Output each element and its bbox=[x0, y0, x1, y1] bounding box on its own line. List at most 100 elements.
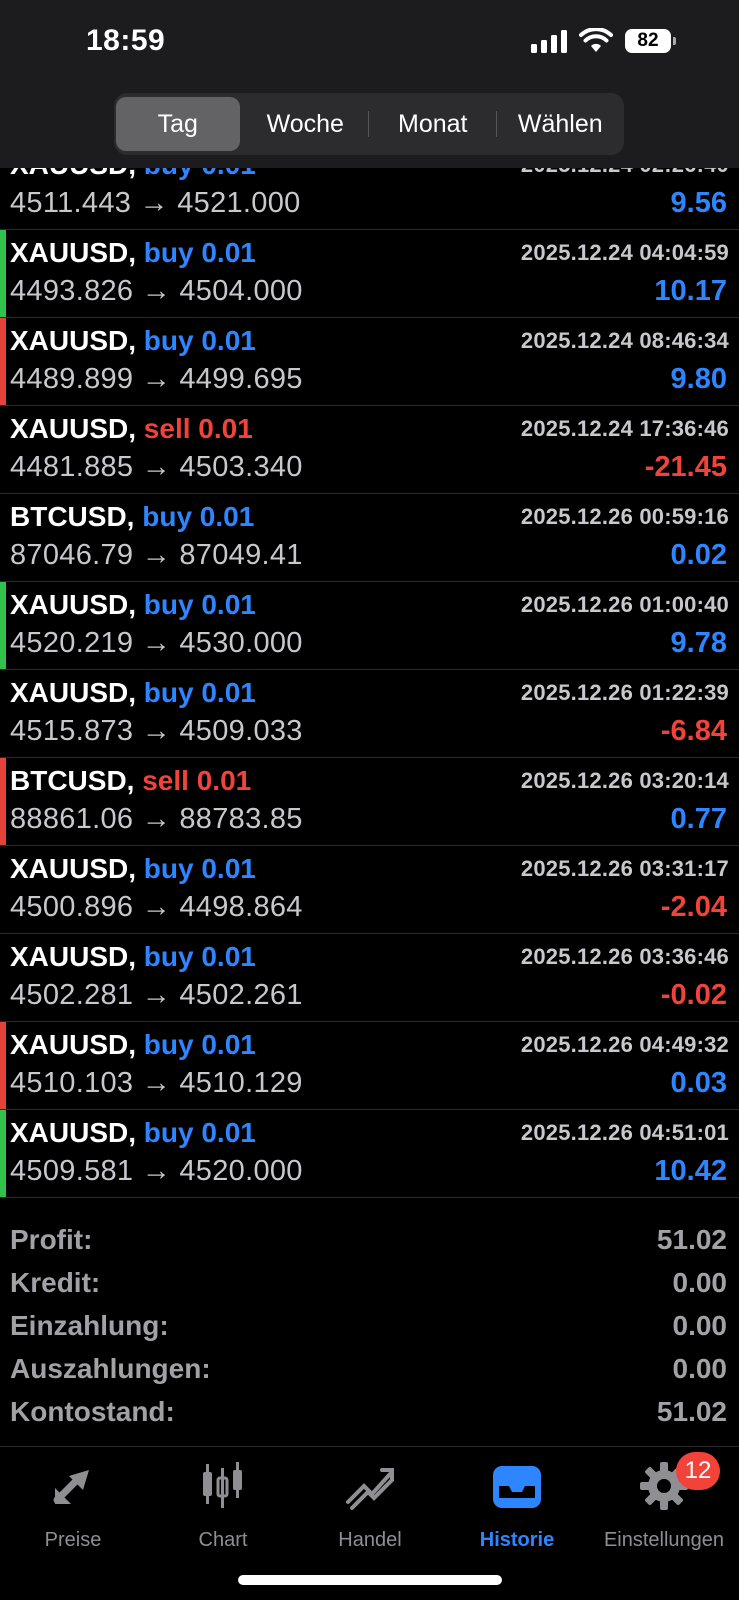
summary-label: Einzahlung: bbox=[10, 1310, 169, 1341]
trade-symbol: XAUUSD, bbox=[10, 325, 137, 356]
battery-icon: 82 bbox=[625, 29, 676, 53]
trade-symbol: XAUUSD, bbox=[10, 413, 137, 444]
summary-value: 0.00 bbox=[672, 1353, 728, 1384]
trade-time: 2025.12.26 03:31:17 bbox=[520, 856, 729, 881]
trade-row[interactable]: XAUUSD, buy 0.01 2025.12.26 04:49:32 4510.… bbox=[0, 1022, 739, 1110]
tab-preise[interactable]: Preise bbox=[3, 1458, 143, 1558]
top-header: 18:59 82 Tag Woche Monat Wählen bbox=[0, 0, 739, 168]
quotes-arrows-icon bbox=[45, 1458, 101, 1519]
tab-handel[interactable]: Handel bbox=[300, 1458, 440, 1558]
trade-symbol: XAUUSD, bbox=[10, 677, 137, 708]
trade-symbol: BTCUSD, bbox=[10, 765, 135, 796]
tab-label: Handel bbox=[338, 1529, 402, 1551]
trade-history-list[interactable]: XAUUSD, buy 0.012025.12.24 02:26:404511.… bbox=[0, 142, 739, 1198]
trade-volume: 0.01 bbox=[199, 501, 255, 532]
trade-prices: 4511.443 → 4521.000 bbox=[10, 187, 301, 219]
trade-time: 2025.12.26 04:49:32 bbox=[520, 1032, 729, 1057]
tab-historie[interactable]: Historie bbox=[447, 1458, 587, 1558]
trade-side: buy bbox=[143, 237, 194, 268]
trade-symbol: XAUUSD, bbox=[10, 1029, 137, 1060]
home-indicator bbox=[238, 1575, 502, 1585]
summary-row: Profit: 51.02 bbox=[0, 1220, 739, 1263]
trade-time: 2025.12.26 00:59:16 bbox=[520, 504, 729, 529]
trade-volume: 0.01 bbox=[198, 413, 253, 444]
trade-prices: 4481.885 → 4503.340 bbox=[10, 451, 303, 483]
trade-side: buy bbox=[143, 589, 194, 620]
trade-volume: 0.01 bbox=[201, 1117, 256, 1148]
trade-profit: 10.42 bbox=[654, 1155, 727, 1187]
row-edge-marker bbox=[0, 758, 6, 845]
trade-side: buy bbox=[143, 1117, 194, 1148]
trade-time: 2025.12.24 08:46:34 bbox=[520, 328, 729, 353]
trade-header: XAUUSD, buy 0.01 bbox=[10, 1117, 256, 1149]
trade-row[interactable]: XAUUSD, buy 0.01 2025.12.26 03:31:17 4500.… bbox=[0, 846, 739, 934]
trade-prices: 4489.899 → 4499.695 bbox=[10, 363, 303, 395]
summary-label: Kredit: bbox=[10, 1267, 101, 1298]
trade-row[interactable]: XAUUSD, buy 0.01 2025.12.24 08:46:34 4489.… bbox=[0, 318, 739, 406]
trade-volume: 0.01 bbox=[201, 941, 256, 972]
trade-header: XAUUSD, buy 0.01 bbox=[10, 325, 256, 357]
account-summary: Profit: 51.02 Kredit: 0.00 Einzahlung: 0.00 Au… bbox=[0, 1220, 739, 1435]
summary-value: 51.02 bbox=[656, 1396, 727, 1427]
wifi-icon bbox=[579, 28, 613, 52]
trade-prices: 87046.79 → 87049.41 bbox=[10, 539, 303, 571]
trade-profit: -2.04 bbox=[660, 891, 727, 923]
trade-side: sell bbox=[143, 413, 191, 444]
trade-profit: 0.02 bbox=[670, 539, 727, 571]
segment-whlen-button[interactable]: Wählen bbox=[495, 97, 623, 151]
summary-label: Kontostand: bbox=[10, 1396, 175, 1427]
trade-row[interactable]: XAUUSD, buy 0.01 2025.12.26 04:51:01 4509.… bbox=[0, 1110, 739, 1198]
trade-symbol: BTCUSD, bbox=[10, 501, 135, 532]
trade-volume: 0.01 bbox=[201, 237, 256, 268]
trade-row[interactable]: XAUUSD, sell 0.01 2025.12.24 17:36:46 4481… bbox=[0, 406, 739, 494]
trade-prices: 4520.219 → 4530.000 bbox=[10, 627, 303, 659]
trade-header: XAUUSD, buy 0.01 bbox=[10, 237, 256, 269]
trade-prices: 4502.281 → 4502.261 bbox=[10, 979, 303, 1011]
notification-badge: 12 bbox=[676, 1452, 720, 1490]
segment-woche-button[interactable]: Woche bbox=[244, 97, 368, 151]
summary-row: Einzahlung: 0.00 bbox=[0, 1306, 739, 1349]
trade-time: 2025.12.26 01:00:40 bbox=[520, 592, 729, 617]
row-edge-marker bbox=[0, 1110, 6, 1197]
trade-symbol: XAUUSD, bbox=[10, 853, 137, 884]
trade-side: buy bbox=[142, 501, 193, 532]
trade-volume: 0.01 bbox=[201, 325, 256, 356]
summary-row: Auszahlungen: 0.00 bbox=[0, 1349, 739, 1392]
trade-row[interactable]: XAUUSD, buy 0.01 2025.12.26 01:22:39 4515.… bbox=[0, 670, 739, 758]
candlestick-chart-icon bbox=[195, 1458, 251, 1519]
trade-row[interactable]: XAUUSD, buy 0.01 2025.12.24 04:04:59 4493.… bbox=[0, 230, 739, 318]
trade-symbol: XAUUSD, bbox=[10, 237, 137, 268]
trade-time: 2025.12.26 01:22:39 bbox=[520, 680, 729, 705]
trade-side: sell bbox=[142, 765, 189, 796]
trade-row[interactable]: BTCUSD, buy 0.01 2025.12.26 00:59:16 87046… bbox=[0, 494, 739, 582]
trade-row[interactable]: BTCUSD, sell 0.01 2025.12.26 03:20:14 8886… bbox=[0, 758, 739, 846]
trade-row[interactable]: XAUUSD, buy 0.01 2025.12.26 03:36:46 4502.… bbox=[0, 934, 739, 1022]
trade-time: 2025.12.26 03:36:46 bbox=[520, 944, 729, 969]
trade-time: 2025.12.26 04:51:01 bbox=[520, 1120, 729, 1145]
tab-einstellungen[interactable]: 12 Einstellungen bbox=[594, 1452, 734, 1558]
row-edge-marker bbox=[0, 1022, 6, 1109]
trade-profit: -0.02 bbox=[660, 979, 727, 1011]
trade-row[interactable]: XAUUSD, buy 0.01 2025.12.26 01:00:40 4520.… bbox=[0, 582, 739, 670]
trade-trend-icon bbox=[342, 1458, 398, 1519]
trade-time: 2025.12.26 03:20:14 bbox=[520, 768, 729, 793]
segment-tag-button[interactable]: Tag bbox=[116, 97, 240, 151]
tab-label: Preise bbox=[44, 1529, 102, 1551]
summary-label: Auszahlungen: bbox=[10, 1353, 211, 1384]
trade-volume: 0.01 bbox=[196, 765, 252, 796]
trade-prices: 4493.826 → 4504.000 bbox=[10, 275, 303, 307]
trade-header: XAUUSD, buy 0.01 bbox=[10, 589, 256, 621]
summary-value: 0.00 bbox=[672, 1310, 728, 1341]
trade-profit: 9.78 bbox=[670, 627, 727, 659]
segment-monat-button[interactable]: Monat bbox=[368, 97, 495, 151]
row-edge-marker bbox=[0, 318, 6, 405]
trade-symbol: XAUUSD, bbox=[10, 941, 137, 972]
tab-label: Chart bbox=[198, 1529, 248, 1551]
trade-side: buy bbox=[143, 325, 194, 356]
summary-label: Profit: bbox=[10, 1224, 93, 1255]
row-edge-marker bbox=[0, 230, 6, 317]
trade-header: XAUUSD, buy 0.01 bbox=[10, 853, 256, 885]
trade-profit: 9.80 bbox=[670, 363, 727, 395]
tab-chart[interactable]: Chart bbox=[153, 1458, 293, 1558]
trade-profit: -6.84 bbox=[660, 715, 727, 747]
